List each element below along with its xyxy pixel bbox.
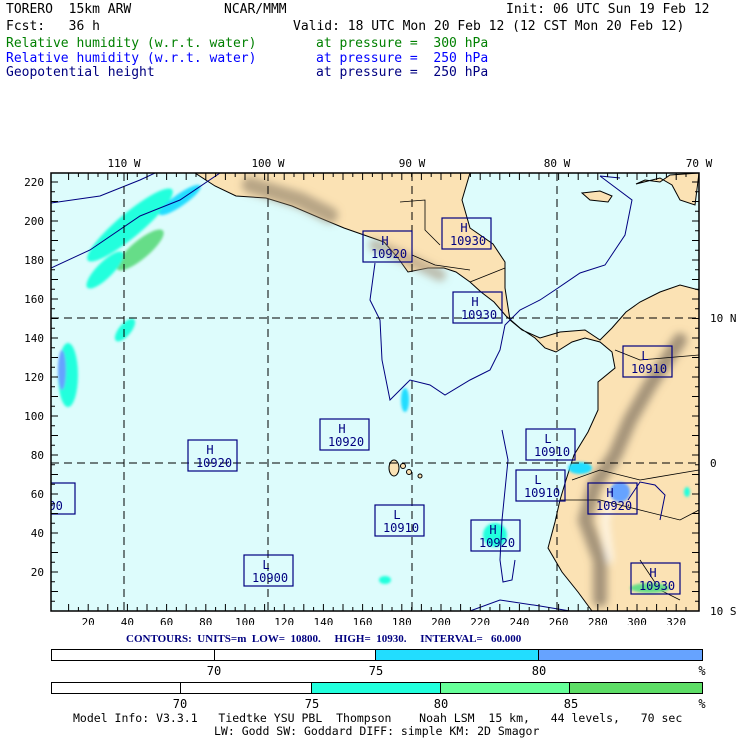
y-tick-label: 200 xyxy=(24,215,44,228)
center-type: H xyxy=(606,486,613,500)
model-info-line-1: Model Info: V3.3.1 Tiedtke YSU PBL Thomp… xyxy=(73,711,683,725)
center-type: H xyxy=(338,422,345,436)
colorbar-label: % xyxy=(698,697,706,711)
colorbar-segment xyxy=(52,683,181,693)
y-tick-label: 80 xyxy=(31,449,44,462)
center-value: 10910 xyxy=(383,521,419,535)
center-value: 10910 xyxy=(534,445,570,459)
colorbar-label: % xyxy=(698,664,706,678)
y-tick-label: 120 xyxy=(24,371,44,384)
latitude-label: 10 S xyxy=(710,605,737,618)
center-type: H xyxy=(381,234,388,248)
x-tick-label: 20 xyxy=(82,616,95,625)
center-value: 900 xyxy=(41,499,63,513)
colorbar-segment xyxy=(180,683,313,693)
center-value: 10920 xyxy=(196,456,232,470)
weather-map: H10920H10930H10930L10910H10920H10920L109… xyxy=(24,157,737,625)
longitude-label: 70 W xyxy=(686,157,713,170)
center-type: L xyxy=(544,432,551,446)
center-type: L xyxy=(641,349,648,363)
center-type: H xyxy=(649,566,656,580)
x-tick-label: 80 xyxy=(199,616,212,625)
longitude-label: 100 W xyxy=(251,157,284,170)
center-type: H xyxy=(460,221,467,235)
center-value: 10910 xyxy=(631,362,667,376)
model-info-line-2: LW: Godd SW: Goddard DIFF: simple KM: 2D… xyxy=(214,724,540,738)
x-tick-label: 180 xyxy=(392,616,412,625)
center-type: L xyxy=(262,558,269,572)
valid-time: Valid: 18 UTC Mon 20 Feb 12 (12 CST Mon … xyxy=(293,19,685,34)
latitude-label: 10 N xyxy=(710,312,737,325)
init-time: Init: 06 UTC Sun 19 Feb 12 xyxy=(506,2,710,17)
field-3-name: Geopotential height xyxy=(6,65,155,80)
field-2-level: at pressure = 250 hPa xyxy=(316,51,489,66)
x-tick-label: 240 xyxy=(509,616,529,625)
x-tick-label: 60 xyxy=(160,616,173,625)
x-tick-label: 320 xyxy=(666,616,686,625)
center-type: L xyxy=(534,473,541,487)
x-tick-label: 40 xyxy=(121,616,134,625)
center-value: 10930 xyxy=(639,579,675,593)
longitude-label: 90 W xyxy=(399,157,426,170)
longitude-label: 80 W xyxy=(544,157,571,170)
x-tick-label: 220 xyxy=(470,616,490,625)
colorbar-label: 75 xyxy=(304,697,320,711)
colorbar-segment xyxy=(312,683,441,693)
x-tick-label: 260 xyxy=(549,616,569,625)
colorbar-segment xyxy=(214,650,376,660)
y-tick-label: 140 xyxy=(24,332,44,345)
y-tick-label: 220 xyxy=(24,176,44,189)
center-type: H xyxy=(206,443,213,457)
colorbar-segment xyxy=(440,683,571,693)
y-tick-label: 100 xyxy=(24,410,44,423)
contour-info: CONTOURS: UNITS=m LOW= 10800. HIGH= 1093… xyxy=(126,633,522,645)
colorbar-segment xyxy=(376,650,539,660)
field-1-name: Relative humidity (w.r.t. water) xyxy=(6,36,257,51)
center-value: 10920 xyxy=(371,247,407,261)
center-value: 10920 xyxy=(479,536,515,550)
field-1-level: at pressure = 300 hPa xyxy=(316,36,489,51)
colorbar-rh-300 xyxy=(51,682,703,694)
y-tick-label: 40 xyxy=(31,527,44,540)
forecast-hour: Fcst: 36 h xyxy=(6,19,100,34)
center-value: 10920 xyxy=(596,499,632,513)
y-tick-label: 20 xyxy=(31,566,44,579)
colorbar-segment xyxy=(570,683,703,693)
longitude-label: 110 W xyxy=(107,157,140,170)
colorbar-segment xyxy=(538,650,702,660)
x-tick-label: 200 xyxy=(431,616,451,625)
colorbar-rh-250 xyxy=(51,649,703,661)
x-tick-label: 100 xyxy=(235,616,255,625)
colorbar-label: 75 xyxy=(368,664,384,678)
organization: NCAR/MMM xyxy=(224,2,287,17)
colorbar-label: 70 xyxy=(172,697,188,711)
center-type: L xyxy=(393,508,400,522)
y-tick-label: 160 xyxy=(24,293,44,306)
center-value: 10920 xyxy=(328,435,364,449)
center-type: H xyxy=(489,523,496,537)
x-tick-label: 300 xyxy=(627,616,647,625)
field-2-name: Relative humidity (w.r.t. water) xyxy=(6,51,257,66)
y-tick-label: 180 xyxy=(24,254,44,267)
colorbar-label: 80 xyxy=(433,697,449,711)
x-tick-label: 160 xyxy=(353,616,373,625)
field-3-level: at pressure = 250 hPa xyxy=(316,65,489,80)
center-value: 10930 xyxy=(461,308,497,322)
latitude-label: 0 xyxy=(710,457,717,470)
colorbar-label: 70 xyxy=(206,664,222,678)
center-type: H xyxy=(471,295,478,309)
colorbar-label: 85 xyxy=(563,697,579,711)
y-tick-label: 60 xyxy=(31,488,44,501)
center-value: 10910 xyxy=(524,486,560,500)
center-value: 10900 xyxy=(252,571,288,585)
x-tick-label: 120 xyxy=(274,616,294,625)
colorbar-segment xyxy=(52,650,215,660)
model-name: TORERO 15km ARW xyxy=(6,2,132,17)
colorbar-label: 80 xyxy=(531,664,547,678)
x-tick-label: 140 xyxy=(313,616,333,625)
x-tick-label: 280 xyxy=(588,616,608,625)
center-value: 10930 xyxy=(450,234,486,248)
